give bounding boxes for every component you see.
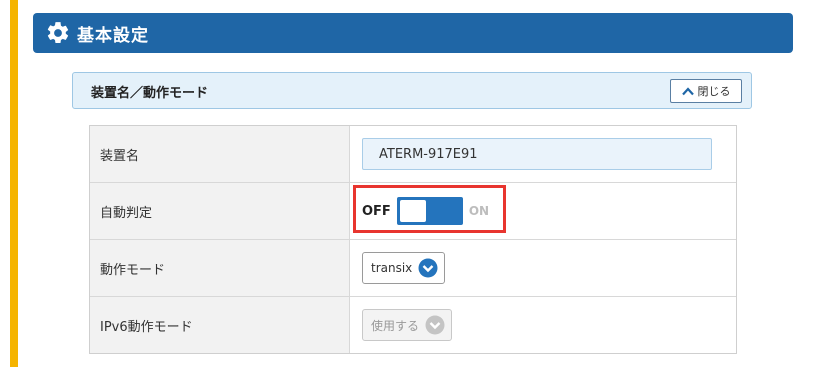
- close-section-label: 閉じる: [697, 85, 731, 98]
- chevron-up-icon: [681, 86, 694, 95]
- section-header: 装置名／動作モード 閉じる: [72, 72, 752, 109]
- table-row-device-name: 装置名: [90, 126, 736, 183]
- page-title: 基本設定: [77, 25, 149, 46]
- auto-detect-label: 自動判定: [90, 183, 350, 239]
- toggle-knob: [399, 200, 426, 222]
- mode-select-value: transix: [371, 261, 413, 275]
- toggle-off-label: OFF: [362, 203, 391, 219]
- ipv6-mode-label: IPv6動作モード: [90, 297, 350, 353]
- auto-detect-toggle[interactable]: [396, 197, 463, 225]
- device-name-input[interactable]: [362, 138, 712, 170]
- settings-table: 装置名 自動判定 OFF ON 動作モード transix: [89, 125, 737, 354]
- chevron-down-icon: [425, 315, 445, 335]
- ipv6-mode-select-value: 使用する: [371, 318, 420, 333]
- table-row-mode: 動作モード transix: [90, 240, 736, 297]
- device-name-label: 装置名: [90, 126, 350, 182]
- page-header: 基本設定: [33, 13, 793, 53]
- accent-bar: [10, 0, 18, 367]
- mode-label: 動作モード: [90, 240, 350, 296]
- toggle-on-label: ON: [468, 204, 490, 218]
- close-section-button[interactable]: 閉じる: [670, 79, 742, 103]
- chevron-down-icon: [418, 258, 438, 278]
- mode-select[interactable]: transix: [362, 252, 446, 284]
- gear-icon: [45, 20, 71, 46]
- table-row-ipv6-mode: IPv6動作モード 使用する: [90, 297, 736, 353]
- section-title: 装置名／動作モード: [91, 86, 209, 101]
- table-row-auto-detect: 自動判定 OFF ON: [90, 183, 736, 240]
- ipv6-mode-select[interactable]: 使用する: [362, 309, 453, 341]
